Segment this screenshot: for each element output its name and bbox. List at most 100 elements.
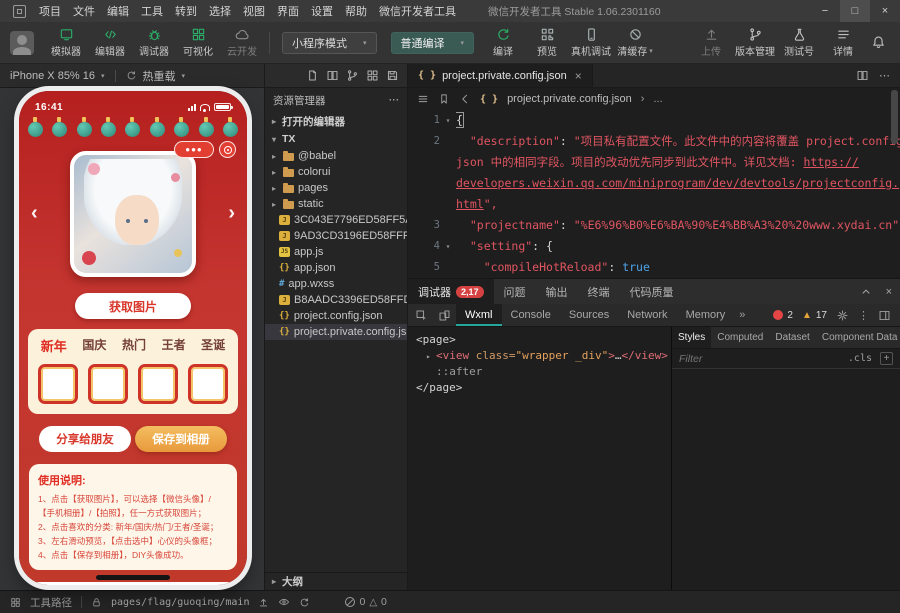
settings-gear-icon[interactable] xyxy=(836,309,849,322)
panel-tab-2[interactable]: 输出 xyxy=(536,279,578,304)
category-tab-3[interactable]: 王者 xyxy=(162,336,186,355)
error-count-icon[interactable] xyxy=(773,310,783,320)
preview-button[interactable]: 预览 xyxy=(525,27,569,58)
wxml-node-3[interactable]: </page> xyxy=(408,380,671,396)
devtools-tab-wxml[interactable]: Wxml xyxy=(456,304,502,326)
frame-thumbnail-2[interactable] xyxy=(138,364,178,404)
outline-section[interactable]: ▸ 大纲 xyxy=(265,572,407,590)
filter-input[interactable] xyxy=(679,353,840,365)
more-actions-icon[interactable]: ⋯ xyxy=(389,94,400,106)
avatar-image[interactable] xyxy=(70,151,196,277)
visual-button[interactable]: 可视化 xyxy=(176,27,220,58)
cls-label[interactable]: .cls xyxy=(848,353,872,364)
styles-tab-0[interactable]: Styles xyxy=(672,327,711,348)
devtools-tab-memory[interactable]: Memory xyxy=(677,304,735,326)
tree-item-8[interactable]: #app.wxss xyxy=(265,276,407,292)
sync-icon[interactable] xyxy=(299,597,310,608)
panel-tab-3[interactable]: 终端 xyxy=(578,279,620,304)
expand-arrow-icon[interactable]: ▸ xyxy=(426,349,436,365)
close-tab-icon[interactable]: × xyxy=(575,69,582,83)
user-avatar[interactable] xyxy=(10,31,34,55)
project-root-section[interactable]: ▾ TX xyxy=(265,130,407,148)
frame-thumbnail-3[interactable] xyxy=(188,364,228,404)
wxml-node-2[interactable]: ::after xyxy=(408,364,671,380)
code-area[interactable]: 1▾{2 "description": "项目私有配置文件。此文件中的内容将覆盖… xyxy=(408,110,900,278)
current-page-path[interactable]: pages/flag/guoqing/main xyxy=(111,597,249,608)
mode-select[interactable]: 小程序模式 ▾ xyxy=(282,32,377,54)
share-button[interactable]: 分享给朋友 xyxy=(39,426,131,452)
menu-item-2[interactable]: 编辑 xyxy=(101,3,135,19)
upload-icon[interactable] xyxy=(258,597,269,608)
more-tabs-icon[interactable]: » xyxy=(735,304,749,326)
styles-tab-1[interactable]: Computed xyxy=(711,327,769,348)
dock-side-icon[interactable] xyxy=(878,309,891,322)
test-button[interactable]: 测试号 xyxy=(777,27,821,58)
menu-item-4[interactable]: 转到 xyxy=(169,3,203,19)
split-editor-icon[interactable] xyxy=(856,69,869,82)
tab-project-private-config[interactable]: { } project.private.config.json × xyxy=(408,64,593,87)
version-button[interactable]: 版本管理 xyxy=(733,27,777,58)
tree-item-0[interactable]: ▸@babel xyxy=(265,148,407,164)
collapse-panel-icon[interactable] xyxy=(860,286,872,298)
category-tab-4[interactable]: 圣诞 xyxy=(201,336,225,355)
kebab-menu-icon[interactable]: ⋮ xyxy=(858,309,869,322)
simulator-button[interactable]: 模拟器 xyxy=(44,27,88,58)
save-to-album-button[interactable]: 保存到相册 xyxy=(135,426,227,452)
inspect-element-icon[interactable] xyxy=(415,309,428,322)
wxml-node-0[interactable]: <page> xyxy=(408,332,671,348)
more-dots-icon[interactable]: ●●● xyxy=(174,141,214,158)
wxml-tree[interactable]: <page>▸<view class="wrapper _div">…</vie… xyxy=(408,327,672,590)
tree-item-10[interactable]: {}project.config.json xyxy=(265,308,407,324)
wxml-node-1[interactable]: ▸<view class="wrapper _div">…</view> xyxy=(408,348,671,364)
tree-item-2[interactable]: ▸pages xyxy=(265,180,407,196)
debugger-button[interactable]: 调试器 xyxy=(132,27,176,58)
close-panel-icon[interactable]: × xyxy=(886,286,892,298)
split-editor-icon[interactable] xyxy=(326,69,339,82)
breadcrumb-more[interactable]: ... xyxy=(653,93,662,105)
tree-item-5[interactable]: J9AD3CD3196ED58FFF... xyxy=(265,228,407,244)
panel-tab-1[interactable]: 问题 xyxy=(494,279,536,304)
menu-item-1[interactable]: 文件 xyxy=(67,3,101,19)
devtools-tab-network[interactable]: Network xyxy=(618,304,676,326)
panel-tab-0[interactable]: 调试器2,17 xyxy=(408,279,494,304)
menu-item-6[interactable]: 视图 xyxy=(237,3,271,19)
close-target-icon[interactable] xyxy=(219,141,236,158)
back-arrow-icon[interactable] xyxy=(459,93,471,105)
fold-arrow-icon[interactable]: ▾ xyxy=(440,110,456,131)
fold-arrow-icon[interactable]: ▾ xyxy=(440,236,456,257)
save-all-icon[interactable] xyxy=(386,69,399,82)
more-actions-icon[interactable]: ⋯ xyxy=(879,69,890,82)
statusbar-left-label[interactable]: 工具路径 xyxy=(30,595,72,610)
compile-mode-select[interactable]: 普通编译 ▾ xyxy=(391,32,475,54)
carousel-prev-icon[interactable]: ‹ xyxy=(31,203,38,223)
menu-item-3[interactable]: 工具 xyxy=(135,3,169,19)
grid-view-icon[interactable] xyxy=(366,69,379,82)
warning-icon[interactable]: ▲ xyxy=(802,310,812,321)
category-tab-2[interactable]: 热门 xyxy=(122,336,146,355)
tree-item-7[interactable]: {}app.json xyxy=(265,260,407,276)
minimize-button[interactable]: − xyxy=(810,0,840,22)
open-editors-section[interactable]: ▸ 打开的编辑器 xyxy=(265,112,407,130)
branch-icon[interactable] xyxy=(346,69,359,82)
close-button[interactable]: × xyxy=(870,0,900,22)
menu-item-8[interactable]: 设置 xyxy=(305,3,339,19)
menu-item-10[interactable]: 微信开发者工具 xyxy=(373,3,462,19)
category-tab-1[interactable]: 国庆 xyxy=(82,336,106,355)
grid-icon[interactable] xyxy=(10,597,21,608)
eye-icon[interactable] xyxy=(278,596,290,608)
bookmark-icon[interactable] xyxy=(438,93,450,105)
device-select[interactable]: iPhone X 85% 16 xyxy=(10,70,95,82)
styles-tab-3[interactable]: Component Data xyxy=(816,327,900,348)
clear-cache-button[interactable]: 清缓存▾ xyxy=(613,27,657,58)
add-style-icon[interactable]: + xyxy=(880,352,893,365)
menu-item-0[interactable]: 项目 xyxy=(33,3,67,19)
frame-thumbnail-0[interactable] xyxy=(38,364,78,404)
tree-item-1[interactable]: ▸colorui xyxy=(265,164,407,180)
breadcrumb-file[interactable]: project.private.config.json xyxy=(507,93,632,105)
category-tab-0[interactable]: 新年 xyxy=(41,336,67,355)
carousel-next-icon[interactable]: › xyxy=(228,203,235,223)
tree-item-11[interactable]: {}project.private.config.js... xyxy=(265,324,407,340)
new-file-icon[interactable] xyxy=(306,69,319,82)
panel-tab-4[interactable]: 代码质量 xyxy=(620,279,684,304)
menu-item-9[interactable]: 帮助 xyxy=(339,3,373,19)
